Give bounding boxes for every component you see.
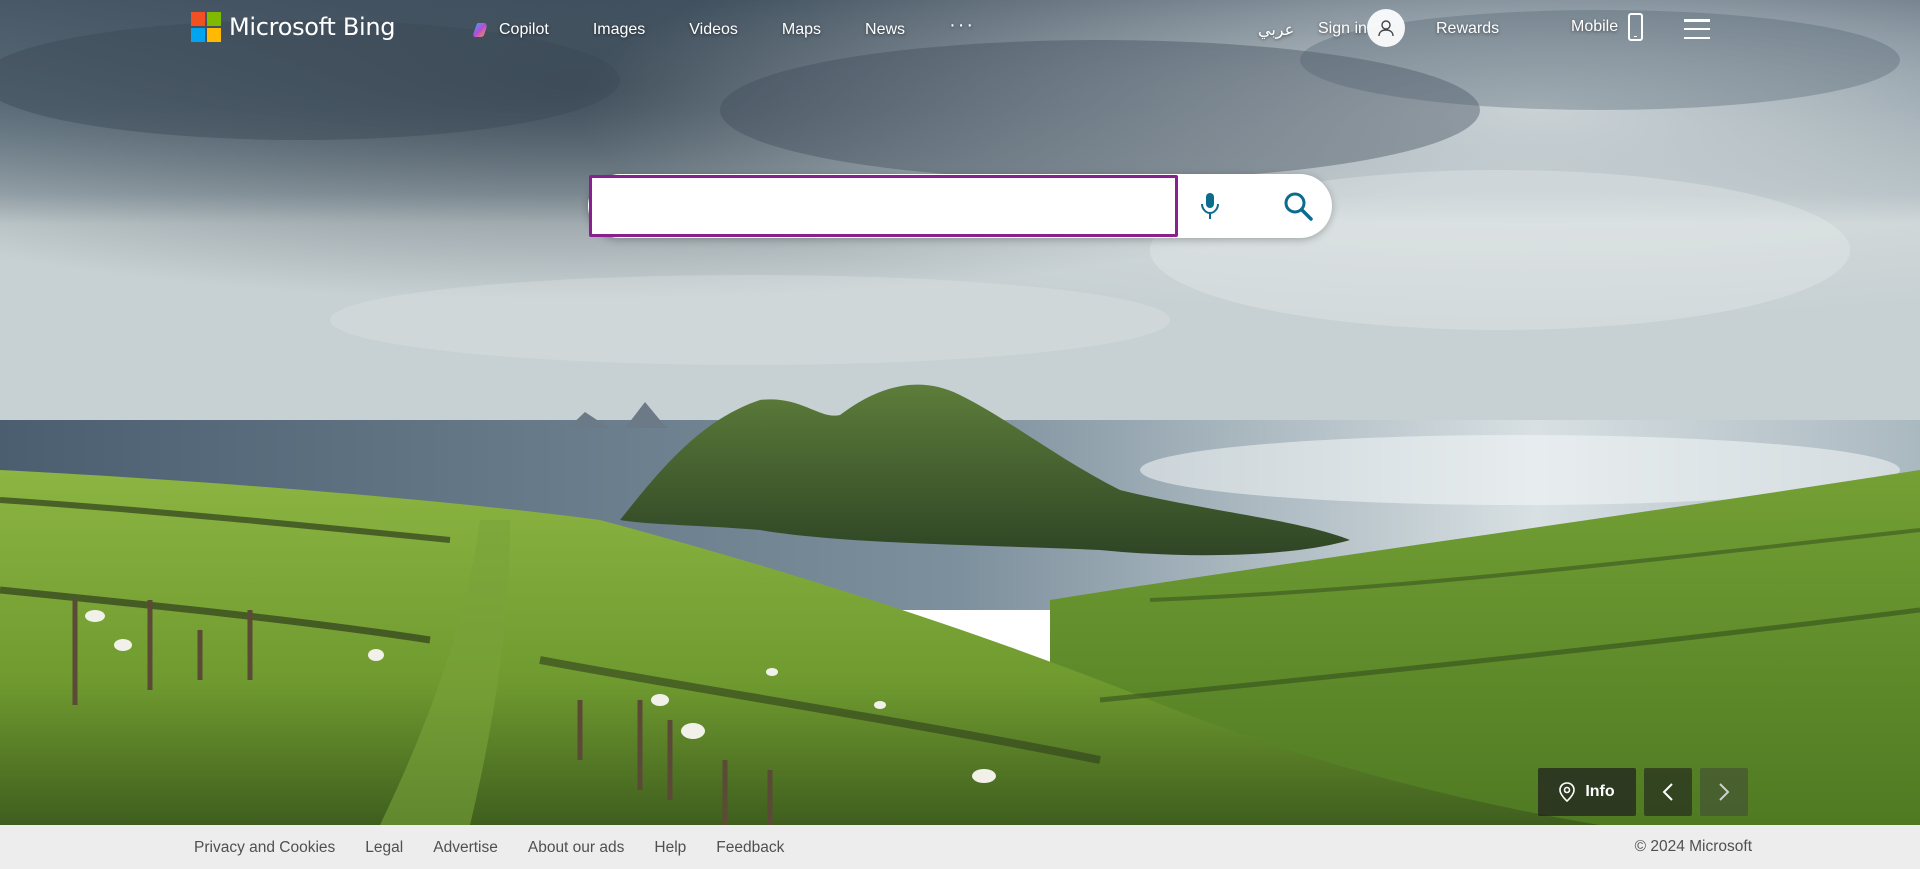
nav-images[interactable]: Images [593,18,645,42]
microphone-icon [1201,193,1219,219]
top-nav: Copilot Images Videos Maps News ··· [472,14,1019,42]
hamburger-menu-button[interactable] [1684,19,1710,39]
background-image [0,0,1920,825]
next-image-button[interactable] [1700,768,1748,816]
location-pin-icon [1559,782,1576,802]
search-input[interactable] [589,175,1178,237]
menu-line [1684,27,1710,31]
rewards-link[interactable]: Rewards [1436,20,1499,38]
footer-link-legal[interactable]: Legal [365,839,403,857]
footer-link-feedback[interactable]: Feedback [716,839,784,857]
footer: Privacy and Cookies Legal Advertise Abou… [0,825,1920,869]
chevron-right-icon [1719,783,1730,801]
nav-copilot[interactable]: Copilot [472,18,549,42]
search-button[interactable] [1278,186,1318,226]
brand-name: Microsoft Bing [229,13,396,41]
bing-homepage: Microsoft Bing Copilot Images Videos Map… [0,0,1920,869]
menu-line [1684,19,1710,22]
voice-search-button[interactable] [1192,188,1228,224]
phone-icon [1628,13,1644,41]
microsoft-logo-icon [191,12,221,42]
language-link[interactable]: عربي [1258,20,1294,40]
copyright: © 2024 Microsoft [1634,838,1752,855]
footer-link-privacy[interactable]: Privacy and Cookies [194,839,335,857]
mobile-link[interactable]: Mobile [1571,13,1644,41]
copilot-icon [473,23,487,37]
nav-maps[interactable]: Maps [782,18,821,42]
more-menu-button[interactable]: ··· [949,13,975,37]
search-box [588,174,1332,238]
nav-copilot-label: Copilot [499,21,549,38]
image-info-button[interactable]: Info [1538,768,1636,816]
chevron-left-icon [1662,783,1673,801]
menu-line [1684,36,1710,39]
footer-link-help[interactable]: Help [654,839,686,857]
info-label: Info [1585,783,1615,800]
avatar[interactable] [1367,9,1405,47]
nav-videos[interactable]: Videos [689,18,738,42]
footer-links: Privacy and Cookies Legal Advertise Abou… [194,839,814,857]
mobile-label: Mobile [1571,18,1619,35]
previous-image-button[interactable] [1644,768,1692,816]
user-icon [1378,20,1394,37]
footer-link-advertise[interactable]: Advertise [433,839,498,857]
bing-logo[interactable]: Microsoft Bing [191,12,396,42]
nav-news[interactable]: News [865,18,905,42]
footer-link-about-ads[interactable]: About our ads [528,839,625,857]
header: Microsoft Bing Copilot Images Videos Map… [0,0,1920,60]
search-icon [1284,192,1313,221]
sign-in-link[interactable]: Sign in [1318,20,1367,38]
